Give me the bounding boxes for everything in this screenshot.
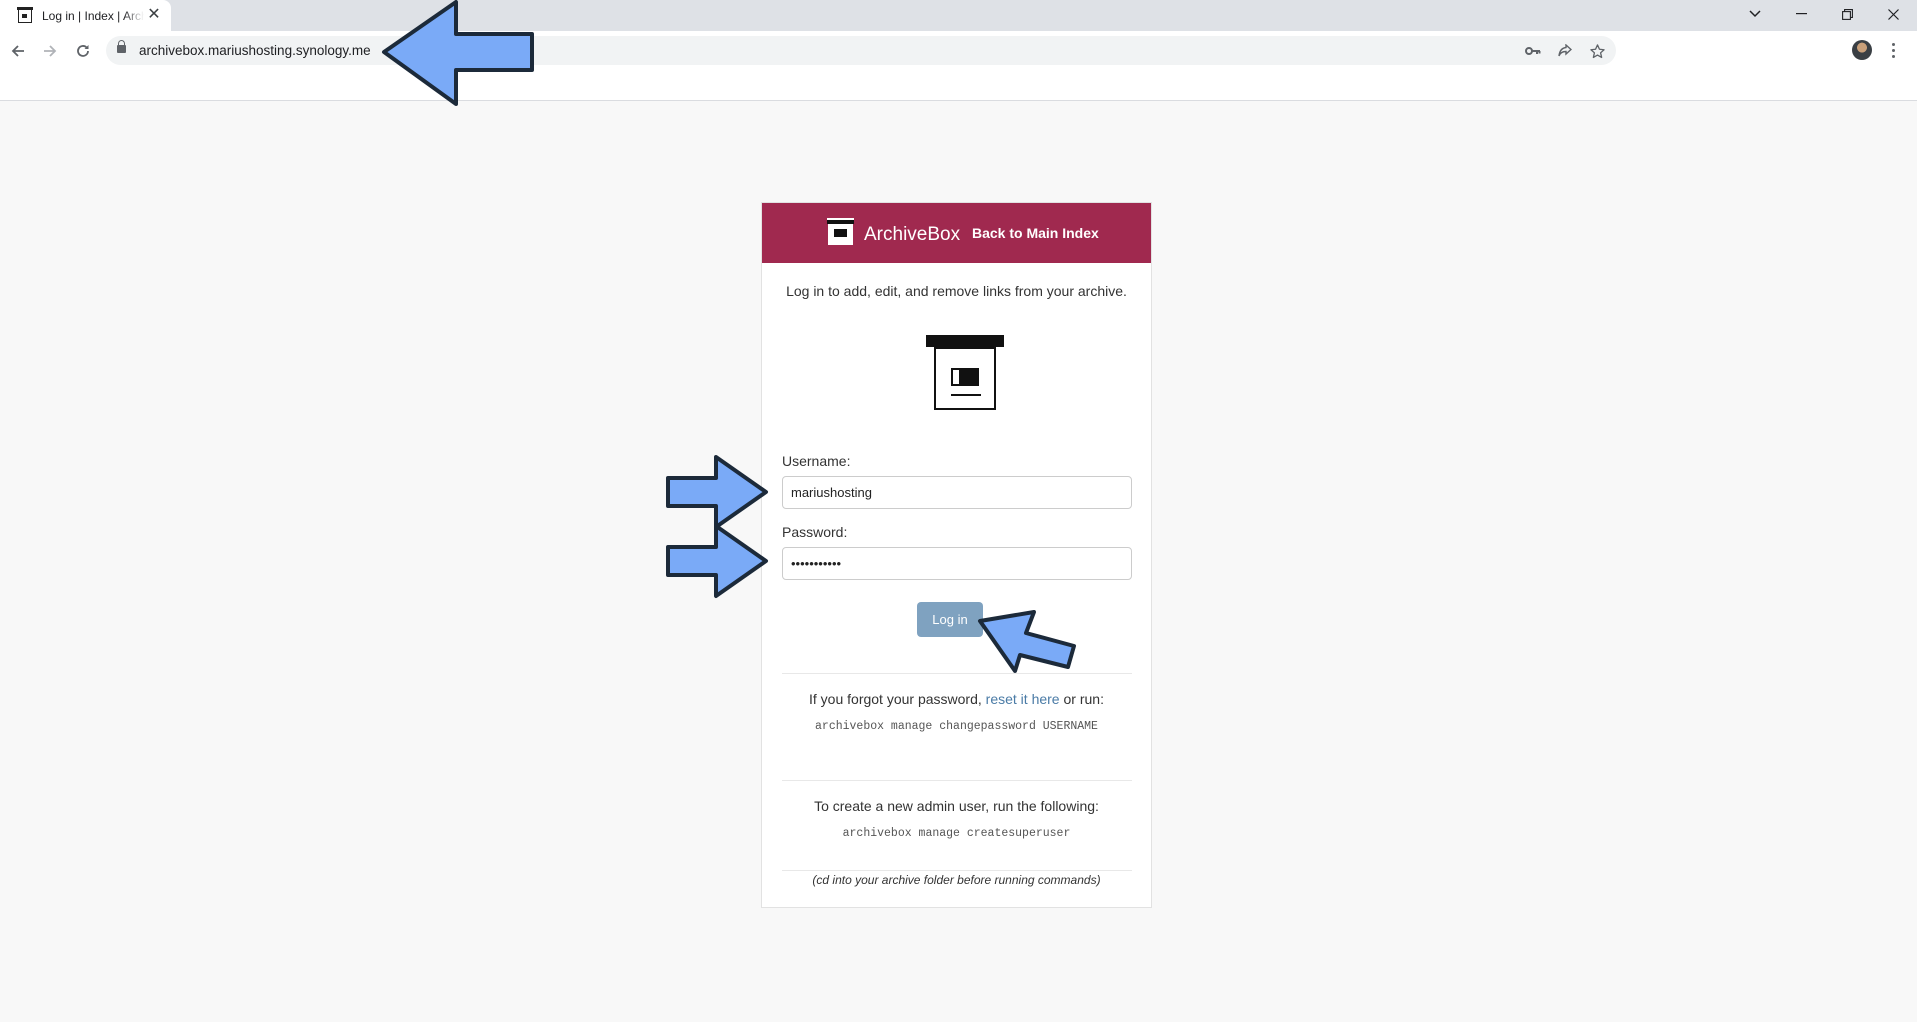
profile-avatar-icon[interactable] (1852, 40, 1872, 60)
create-admin-text: To create a new admin user, run the foll… (814, 798, 1099, 814)
forgot-prefix: If you forgot your password, (809, 691, 982, 707)
login-card: ArchiveBox Back to Main Index Log in to … (761, 202, 1152, 908)
share-icon[interactable] (1555, 41, 1575, 61)
browser-menu-icon[interactable] (1888, 39, 1898, 61)
back-to-main-index-link[interactable]: Back to Main Index (972, 225, 1099, 241)
forgot-password-text: If you forgot your password, reset it he… (762, 691, 1151, 707)
changepassword-command: archivebox manage changepassword USERNAM… (815, 720, 1098, 733)
back-icon[interactable] (4, 37, 32, 65)
card-header: ArchiveBox Back to Main Index (762, 203, 1151, 263)
bookmark-star-icon[interactable] (1587, 41, 1607, 61)
forgot-suffix: or run: (1063, 691, 1104, 707)
divider (782, 673, 1132, 674)
close-window-icon[interactable] (1871, 0, 1915, 28)
key-icon[interactable] (1523, 41, 1543, 61)
divider (782, 780, 1132, 781)
brand-name[interactable]: ArchiveBox (864, 224, 960, 246)
password-input[interactable] (782, 547, 1132, 580)
tab-search-icon[interactable] (1733, 0, 1777, 28)
cd-note: (cd into your archive folder before runn… (812, 873, 1101, 887)
browser-toolbar: archivebox.mariushosting.synology.me (0, 31, 1917, 69)
url-text: archivebox.mariushosting.synology.me (139, 43, 371, 58)
page-top-band (0, 69, 1917, 100)
archivebox-logo-icon[interactable] (827, 218, 854, 245)
archivebox-large-logo-icon (926, 335, 1004, 413)
username-annotation-arrow-icon (666, 455, 768, 529)
tab-strip: Log in | Index | ArchiveBox ✕ (0, 0, 1917, 31)
password-label: Password: (782, 524, 848, 540)
username-input[interactable] (782, 476, 1132, 509)
divider (782, 870, 1132, 871)
reload-icon[interactable] (69, 37, 97, 65)
login-intro-text: Log in to add, edit, and remove links fr… (786, 283, 1127, 299)
reset-password-link[interactable]: reset it here (986, 691, 1060, 707)
url-annotation-arrow-icon (382, 0, 534, 106)
password-annotation-arrow-icon (666, 524, 768, 598)
login-annotation-arrow-icon (978, 610, 1076, 673)
username-label: Username: (782, 453, 851, 469)
browser-tab[interactable]: Log in | Index | ArchiveBox ✕ (0, 0, 171, 31)
page-top-divider (0, 100, 1917, 101)
close-tab-icon[interactable]: ✕ (145, 6, 163, 24)
createsuperuser-command: archivebox manage createsuperuser (842, 827, 1071, 840)
address-bar[interactable]: archivebox.mariushosting.synology.me (106, 36, 1616, 65)
minimize-icon[interactable] (1779, 0, 1823, 28)
restore-icon[interactable] (1825, 0, 1869, 28)
tab-title: Log in | Index | ArchiveBox (42, 8, 144, 23)
lock-icon[interactable] (117, 40, 126, 53)
forward-icon[interactable] (36, 37, 64, 65)
archivebox-favicon-icon (17, 6, 33, 23)
